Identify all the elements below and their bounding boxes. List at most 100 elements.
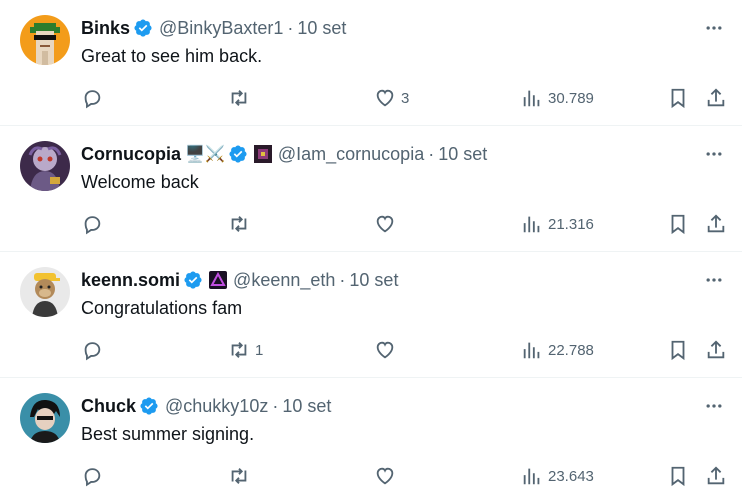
timestamp[interactable]: 10 set [282,396,331,417]
verified-badge-icon [134,19,152,37]
reply-icon [84,342,101,361]
more-icon [706,278,722,282]
reply-icon [84,90,101,109]
avatar[interactable] [20,393,70,443]
bookmark-button[interactable] [667,464,689,488]
name-emojis: 🖥️⚔️ [185,146,225,163]
retweet-button[interactable]: 1 [228,338,263,362]
tweet-actions: 3 30.789 [0,86,742,110]
avatar[interactable] [20,15,70,65]
separator-dot: · [339,269,346,290]
tweet[interactable]: keenn.somi @keenn_eth · 10 set Congratul… [0,252,742,378]
creature-avatar-icon [20,141,70,191]
retweet-button[interactable] [228,464,255,488]
tweet-header: Binks @BinkyBaxter1 · 10 set [81,16,346,40]
reply-button[interactable] [81,212,108,236]
verified-badge-icon [229,145,247,163]
reply-icon [84,216,101,235]
tweet-actions: 1 22.788 [0,338,742,362]
retweet-button[interactable] [228,212,255,236]
share-button[interactable] [705,212,727,236]
author-handle[interactable]: @chukky10z [165,396,268,417]
more-icon [706,26,722,30]
affiliate-badge-icon [209,271,228,289]
timestamp[interactable]: 10 set [438,144,487,165]
like-button[interactable]: 3 [374,86,409,110]
tweet-text: Welcome back [81,172,199,192]
pixel-punk-avatar-icon [20,15,70,65]
tweet-header: keenn.somi @keenn_eth · 10 set [81,268,398,292]
views-button[interactable]: 23.643 [521,464,594,488]
bookmark-button[interactable] [667,212,689,236]
author-name[interactable]: Cornucopia [81,144,181,165]
tweet[interactable]: Binks @BinkyBaxter1 · 10 set Great to se… [0,0,742,126]
tweet-text: Great to see him back. [81,46,263,66]
views-chart-icon [523,468,540,485]
avatar[interactable] [20,141,70,191]
author-name[interactable]: Binks [81,18,130,39]
more-options-button[interactable] [702,394,726,418]
more-icon [706,152,722,156]
more-options-button[interactable] [702,16,726,40]
tweet-actions: 23.643 [0,464,742,488]
tweet-text: Congratulations fam [81,298,243,318]
heart-icon [376,89,394,107]
like-button[interactable] [374,212,401,236]
bookmark-button[interactable] [667,338,689,362]
tweet[interactable]: Cornucopia 🖥️⚔️ @Iam_cornucopia · 10 set… [0,126,742,252]
timestamp[interactable]: 10 set [349,270,398,291]
share-icon [707,466,725,485]
heart-icon [376,215,394,233]
views-chart-icon [523,342,540,359]
share-icon [707,340,725,359]
reply-button[interactable] [81,86,108,110]
reply-icon [84,468,101,487]
views-button[interactable]: 21.316 [521,212,594,236]
separator-dot: · [287,17,294,38]
reply-button[interactable] [81,338,108,362]
verified-badge-icon [140,397,158,415]
bookmark-icon [671,466,685,487]
retweet-icon [231,468,247,484]
reply-button[interactable] [81,464,108,488]
views-button[interactable]: 22.788 [521,338,594,362]
timestamp[interactable]: 10 set [297,18,346,39]
verified-badge-icon [184,271,202,289]
author-handle[interactable]: @BinkyBaxter1 [159,18,283,39]
author-name[interactable]: keenn.somi [81,270,180,291]
share-button[interactable] [705,86,727,110]
tweet-header: Chuck @chukky10z · 10 set [81,394,331,418]
author-handle[interactable]: @Iam_cornucopia [278,144,424,165]
retweet-icon [231,90,247,106]
views-chart-icon [523,90,540,107]
like-button[interactable] [374,464,401,488]
heart-icon [376,467,394,485]
avatar[interactable] [20,267,70,317]
views-button[interactable]: 30.789 [521,86,594,110]
bookmark-icon [671,88,685,109]
share-icon [707,88,725,107]
views-chart-icon [523,216,540,233]
author-handle[interactable]: @keenn_eth [233,270,335,291]
bookmark-icon [671,214,685,235]
author-name[interactable]: Chuck [81,396,136,417]
retweet-icon [231,342,247,358]
retweet-icon [231,216,247,232]
heart-icon [376,341,394,359]
anime-avatar-icon [20,393,70,443]
separator-dot: · [428,143,435,164]
share-button[interactable] [705,338,727,362]
like-button[interactable] [374,338,401,362]
tweet[interactable]: Chuck @chukky10z · 10 set Best summer si… [0,378,742,498]
separator-dot: · [272,395,279,416]
tweet-feed: Binks @BinkyBaxter1 · 10 set Great to se… [0,0,742,498]
bookmark-button[interactable] [667,86,689,110]
tweet-text: Best summer signing. [81,424,255,444]
more-options-button[interactable] [702,268,726,292]
more-icon [706,404,722,408]
more-options-button[interactable] [702,142,726,166]
share-button[interactable] [705,464,727,488]
ape-avatar-icon [20,267,70,317]
retweet-button[interactable] [228,86,255,110]
tweet-header: Cornucopia 🖥️⚔️ @Iam_cornucopia · 10 set [81,142,487,166]
